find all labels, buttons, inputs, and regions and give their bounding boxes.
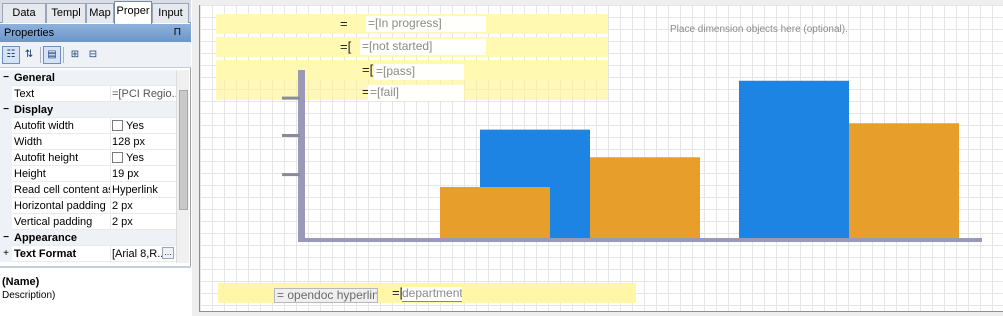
- legend-in-progress-field[interactable]: =[In progress]: [366, 16, 486, 32]
- y-tick-1: [282, 134, 300, 137]
- bar-series2-cat3: [849, 123, 959, 238]
- category-label: Appearance: [14, 232, 77, 244]
- properties-title-bar: Properties Π: [0, 24, 191, 42]
- property-label: Vertical padding: [14, 216, 93, 228]
- property-value[interactable]: 19 px: [112, 167, 176, 181]
- bar-series2-cat1: [440, 187, 550, 238]
- pin-icon[interactable]: Π: [174, 24, 181, 42]
- collapse-icon[interactable]: −: [0, 70, 12, 86]
- category-appearance[interactable]: − Appearance: [0, 230, 176, 246]
- property-value[interactable]: 128 px: [112, 135, 176, 149]
- x-axis: [298, 238, 982, 242]
- property-label: Autofit height: [14, 152, 79, 164]
- category-label: Display: [14, 104, 54, 116]
- property-horizontal-padding[interactable]: Horizontal padding 2 px: [0, 198, 176, 214]
- property-value: Yes: [126, 152, 144, 164]
- property-autofit-width[interactable]: Autofit width Yes: [0, 118, 176, 134]
- bar-series2-cat2: [590, 157, 700, 238]
- field-label: =[In progress]: [368, 16, 442, 30]
- bar-series1-cat3: [739, 80, 849, 238]
- bar-chart[interactable]: [270, 60, 992, 250]
- field-label: =[not started]: [362, 39, 433, 53]
- field-prefix: =: [340, 16, 348, 31]
- property-value[interactable]: 2 px: [112, 215, 176, 229]
- scrollbar-thumb[interactable]: [179, 90, 188, 210]
- categorized-icon[interactable]: ☷: [2, 46, 20, 64]
- property-grid-scrollbar[interactable]: [176, 70, 189, 263]
- properties-panel: Data Templ Map Proper Input Properties Π…: [0, 0, 191, 316]
- description-name: (Name): [2, 276, 40, 288]
- tab-input[interactable]: Input: [152, 3, 189, 23]
- property-label: Width: [14, 136, 43, 148]
- property-label: Read cell content as: [14, 184, 110, 196]
- description-text: Description): [2, 290, 56, 301]
- property-vertical-padding[interactable]: Vertical padding 2 px: [0, 214, 176, 230]
- tab-map[interactable]: Map: [86, 3, 114, 23]
- property-grid: − General Text =[PCI Regio... − Display …: [0, 70, 176, 263]
- property-read-cell-content[interactable]: Read cell content as Hyperlink: [0, 182, 176, 198]
- property-value: Yes: [126, 120, 144, 132]
- expand-all-icon[interactable]: ⊞: [66, 46, 84, 64]
- category-label: General: [14, 72, 55, 84]
- legend-not-started-field[interactable]: =[not started]: [360, 39, 486, 55]
- property-label: Horizontal padding: [14, 200, 106, 212]
- collapse-all-icon[interactable]: ⊟: [84, 46, 102, 64]
- property-label: Autofit width: [14, 120, 74, 132]
- properties-title: Properties: [4, 27, 55, 39]
- expand-icon[interactable]: +: [0, 246, 12, 262]
- alphabetical-icon[interactable]: ⇅: [20, 46, 38, 64]
- category-general[interactable]: − General: [0, 70, 176, 86]
- category-display[interactable]: − Display: [0, 102, 176, 118]
- collapse-icon[interactable]: −: [0, 230, 12, 246]
- property-height[interactable]: Height 19 px: [0, 166, 176, 182]
- property-value[interactable]: Hyperlink: [112, 183, 176, 197]
- tab-data[interactable]: Data: [2, 3, 46, 23]
- collapse-icon[interactable]: −: [0, 102, 12, 118]
- y-axis: [298, 70, 305, 242]
- ellipsis-button[interactable]: …: [162, 247, 174, 259]
- property-value[interactable]: 2 px: [112, 199, 176, 213]
- autofit-width-checkbox[interactable]: [112, 120, 123, 131]
- property-label: Height: [14, 168, 46, 180]
- tab-templates[interactable]: Templ: [46, 3, 86, 23]
- opendoc-hyperlink-cell[interactable]: = opendoc hyperlink: [274, 288, 378, 303]
- y-tick-0: [282, 173, 300, 177]
- property-width[interactable]: Width 128 px: [0, 134, 176, 150]
- field-prefix: =[: [340, 39, 352, 54]
- property-value[interactable]: =[PCI Regio...: [112, 87, 176, 101]
- property-label: Text: [14, 88, 35, 100]
- description-panel: (Name) Description): [0, 266, 191, 316]
- property-text-format[interactable]: + Text Format [Arial 8,R... …: [0, 246, 176, 262]
- property-text[interactable]: Text =[PCI Regio...: [0, 86, 176, 102]
- properties-toolbar: ☷ ⇅ ▤ ⊞ ⊟: [0, 42, 191, 68]
- property-pages-icon[interactable]: ▤: [43, 46, 61, 64]
- property-label: Text Format: [14, 248, 77, 260]
- autofit-height-checkbox[interactable]: [112, 152, 123, 163]
- property-autofit-height[interactable]: Autofit height Yes: [0, 150, 176, 166]
- department-field[interactable]: department]: [402, 287, 462, 302]
- y-tick-2: [282, 96, 300, 100]
- dimension-placeholder-hint: Place dimension objects here (optional).: [670, 24, 848, 35]
- panel-tab-strip: Data Templ Map Proper Input: [0, 0, 191, 24]
- tab-properties[interactable]: Proper: [114, 1, 152, 24]
